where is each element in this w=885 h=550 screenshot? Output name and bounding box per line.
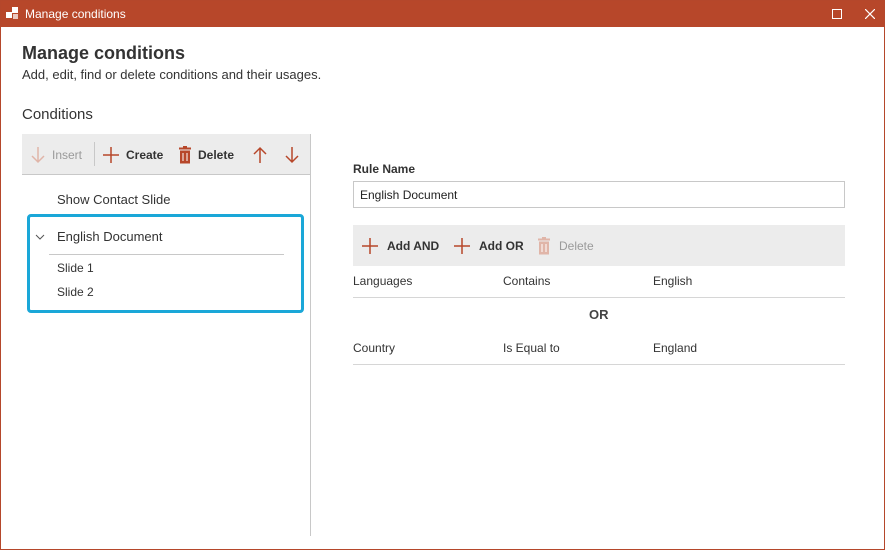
app-icon: [6, 7, 18, 19]
or-separator-label: OR: [589, 307, 609, 322]
create-label: Create: [126, 147, 164, 162]
arrow-down-icon: [285, 146, 299, 163]
delete-label: Delete: [198, 147, 235, 162]
conditions-section-title: Conditions: [22, 106, 93, 123]
delete-condition-button[interactable]: Delete: [178, 134, 234, 175]
add-and-button[interactable]: Add AND: [361, 225, 439, 266]
chevron-down-icon[interactable]: [35, 233, 45, 241]
plus-icon: [362, 237, 378, 254]
trash-icon: [538, 236, 550, 254]
delete-rule-label: Delete: [559, 238, 594, 253]
condition-item-english-document[interactable]: English Document: [35, 229, 285, 253]
group-divider: [49, 254, 284, 255]
close-icon: [865, 9, 875, 19]
condition-item-label: English Document: [57, 229, 163, 244]
conditions-pane: Insert Create Delete Show Contact Slide: [22, 134, 311, 536]
rule-value: English: [653, 274, 693, 288]
page-title: Manage conditions: [22, 43, 186, 63]
rule-field: Country: [353, 341, 396, 355]
rule-row[interactable]: Country Is Equal to England: [353, 341, 845, 365]
page-subtitle: Add, edit, find or delete conditions and…: [22, 67, 322, 82]
window-title: Manage conditions: [25, 7, 126, 21]
plus-icon: [103, 146, 119, 163]
delete-rule-button[interactable]: Delete: [537, 225, 594, 266]
plus-icon: [454, 237, 470, 254]
manage-conditions-window: Manage conditions Manage conditions Add,…: [0, 0, 885, 550]
create-button[interactable]: Create: [102, 134, 163, 175]
close-button[interactable]: [847, 1, 885, 27]
move-down-button[interactable]: [284, 134, 300, 175]
slide-item[interactable]: Slide 1: [57, 261, 94, 275]
rule-row[interactable]: Languages Contains English: [353, 274, 845, 298]
rule-field: Languages: [353, 274, 413, 288]
rule-name-input[interactable]: [353, 181, 845, 208]
rule-name-label: Rule Name: [353, 162, 416, 176]
move-up-button[interactable]: [252, 134, 268, 175]
arrow-down-icon: [31, 146, 45, 163]
title-bar: Manage conditions: [1, 1, 884, 27]
add-and-label: Add AND: [387, 238, 440, 253]
rule-value: England: [653, 341, 698, 355]
trash-icon: [179, 145, 191, 163]
slide-item[interactable]: Slide 2: [57, 285, 94, 299]
rule-operator: Contains: [503, 274, 551, 288]
insert-button[interactable]: Insert: [30, 134, 82, 175]
add-or-label: Add OR: [479, 238, 524, 253]
arrow-up-icon: [253, 146, 267, 163]
toolbar-separator: [94, 142, 95, 166]
insert-label: Insert: [52, 147, 83, 162]
rule-toolbar: Add AND Add OR Delete: [353, 225, 845, 266]
add-or-button[interactable]: Add OR: [453, 225, 524, 266]
maximize-icon: [832, 9, 842, 19]
rule-operator: Is Equal to: [503, 341, 560, 355]
condition-item-show-contact-slide[interactable]: Show Contact Slide: [57, 192, 170, 207]
conditions-toolbar: Insert Create Delete: [22, 134, 310, 175]
